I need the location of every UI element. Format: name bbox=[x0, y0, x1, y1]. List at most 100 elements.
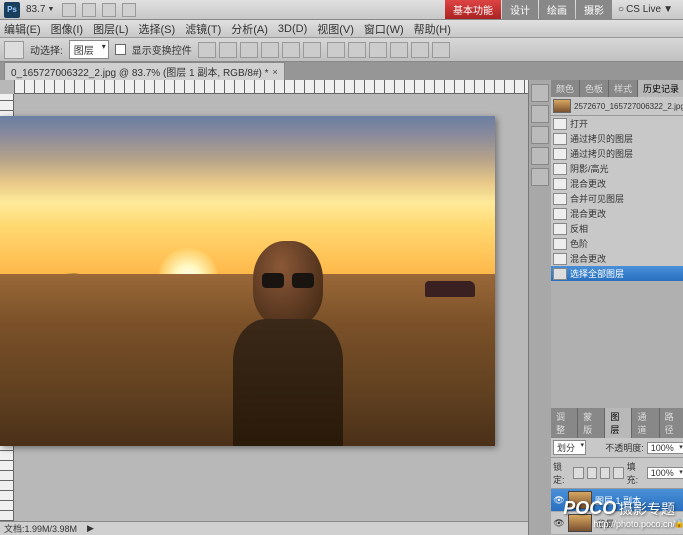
step-icon bbox=[553, 238, 567, 250]
panel-icon[interactable] bbox=[531, 126, 549, 144]
transform-checkbox[interactable] bbox=[115, 44, 126, 55]
lock-all-icon[interactable] bbox=[613, 467, 623, 479]
dist-btn[interactable] bbox=[348, 42, 366, 58]
panel-icon[interactable] bbox=[531, 84, 549, 102]
auto-select-target[interactable]: 图层 bbox=[69, 40, 109, 59]
history-panel: 2572670_165727006322_2.jpg 打开 通过拷贝的图层 通过… bbox=[551, 97, 683, 281]
zoom-control[interactable]: 83.7 ▼ bbox=[26, 4, 54, 15]
cslive-button[interactable]: ○ CS Live ▼ bbox=[612, 2, 679, 17]
opacity-label: 不透明度: bbox=[605, 441, 644, 454]
canvas-area: 文档:1.99M/3.98M ▶ bbox=[0, 80, 528, 535]
step-icon bbox=[553, 118, 567, 130]
step-icon bbox=[553, 193, 567, 205]
history-step[interactable]: 混合更改 bbox=[551, 176, 683, 191]
tab-channels[interactable]: 通道 bbox=[632, 408, 659, 438]
tab-color[interactable]: 颜色 bbox=[551, 80, 580, 97]
history-step-current[interactable]: 选择全部图层 bbox=[551, 266, 683, 281]
history-step[interactable]: 通过拷贝的图层 bbox=[551, 131, 683, 146]
icon-btn[interactable] bbox=[122, 3, 136, 17]
tool-icon[interactable] bbox=[4, 41, 24, 59]
menu-help[interactable]: 帮助(H) bbox=[414, 21, 451, 37]
ruler-horizontal[interactable] bbox=[14, 80, 528, 94]
tab-paths[interactable]: 路径 bbox=[660, 408, 683, 438]
zoom-value[interactable]: 83.7 bbox=[26, 4, 45, 15]
history-step[interactable]: 阴影/高光 bbox=[551, 161, 683, 176]
menu-layer[interactable]: 图层(L) bbox=[93, 21, 128, 37]
distribute-icons bbox=[327, 42, 450, 58]
menu-select[interactable]: 选择(S) bbox=[139, 21, 176, 37]
panel-icon[interactable] bbox=[531, 168, 549, 186]
dist-btn[interactable] bbox=[432, 42, 450, 58]
menu-3d[interactable]: 3D(D) bbox=[278, 23, 307, 35]
dist-btn[interactable] bbox=[411, 42, 429, 58]
blend-mode-select[interactable]: 划分 bbox=[553, 440, 586, 455]
auto-select-label: 动选择: bbox=[30, 42, 63, 57]
lock-pixels-icon[interactable] bbox=[587, 467, 597, 479]
ws-design[interactable]: 设计 bbox=[502, 0, 538, 19]
close-icon[interactable]: × bbox=[273, 67, 278, 77]
icon-btn[interactable] bbox=[62, 3, 76, 17]
tab-history[interactable]: 历史记录 bbox=[638, 80, 683, 97]
panel-icon[interactable] bbox=[531, 105, 549, 123]
doc-size[interactable]: 文档:1.99M/3.98M bbox=[4, 522, 77, 535]
align-btn[interactable] bbox=[219, 42, 237, 58]
history-step[interactable]: 通过拷贝的图层 bbox=[551, 146, 683, 161]
panel-icon[interactable] bbox=[531, 147, 549, 165]
align-btn[interactable] bbox=[303, 42, 321, 58]
tab-adjustments[interactable]: 调整 bbox=[551, 408, 578, 438]
dist-btn[interactable] bbox=[390, 42, 408, 58]
menu-filter[interactable]: 滤镜(T) bbox=[185, 21, 221, 37]
step-icon bbox=[553, 208, 567, 220]
align-btn[interactable] bbox=[240, 42, 258, 58]
icon-btn[interactable] bbox=[82, 3, 96, 17]
fill-value[interactable]: 100% bbox=[647, 467, 683, 479]
tab-styles[interactable]: 样式 bbox=[609, 80, 638, 97]
snapshot-name: 2572670_165727006322_2.jpg bbox=[574, 102, 683, 111]
step-icon bbox=[553, 268, 567, 280]
icon-btn[interactable] bbox=[102, 3, 116, 17]
lock-label: 锁定: bbox=[553, 460, 570, 486]
align-btn[interactable] bbox=[261, 42, 279, 58]
status-bar: 文档:1.99M/3.98M ▶ bbox=[0, 521, 528, 535]
chevron-down-icon[interactable]: ▼ bbox=[47, 6, 54, 13]
menu-view[interactable]: 视图(V) bbox=[317, 21, 354, 37]
ws-photography[interactable]: 摄影 bbox=[576, 0, 612, 19]
menu-bar: 编辑(E) 图像(I) 图层(L) 选择(S) 滤镜(T) 分析(A) 3D(D… bbox=[0, 20, 683, 38]
options-bar: 动选择: 图层 显示变换控件 bbox=[0, 38, 683, 62]
dist-btn[interactable] bbox=[369, 42, 387, 58]
history-panel-tabs: 颜色 色板 样式 历史记录 bbox=[551, 80, 683, 97]
menu-window[interactable]: 窗口(W) bbox=[364, 21, 404, 37]
canvas[interactable] bbox=[0, 116, 495, 446]
history-step[interactable]: 打开 bbox=[551, 116, 683, 131]
chevron-down-icon: ▼ bbox=[663, 4, 673, 15]
ws-painting[interactable]: 绘画 bbox=[539, 0, 575, 19]
dist-btn[interactable] bbox=[327, 42, 345, 58]
align-btn[interactable] bbox=[198, 42, 216, 58]
history-step[interactable]: 合并可见图层 bbox=[551, 191, 683, 206]
menu-analysis[interactable]: 分析(A) bbox=[231, 21, 268, 37]
ws-essentials[interactable]: 基本功能 bbox=[445, 0, 501, 19]
lock-transparent-icon[interactable] bbox=[573, 467, 583, 479]
step-icon bbox=[553, 163, 567, 175]
image-content bbox=[0, 116, 495, 446]
history-step[interactable]: 反相 bbox=[551, 221, 683, 236]
document-tabs: 0_165727006322_2.jpg @ 83.7% (图层 1 副本, R… bbox=[0, 62, 683, 80]
workspace-switcher: 基本功能 设计 绘画 摄影 bbox=[445, 0, 612, 19]
lock-position-icon[interactable] bbox=[600, 467, 610, 479]
history-step[interactable]: 混合更改 bbox=[551, 206, 683, 221]
document-tab[interactable]: 0_165727006322_2.jpg @ 83.7% (图层 1 副本, R… bbox=[4, 62, 285, 80]
align-btn[interactable] bbox=[282, 42, 300, 58]
history-snapshot[interactable]: 2572670_165727006322_2.jpg bbox=[551, 97, 683, 116]
collapsed-panels bbox=[529, 80, 551, 535]
opacity-value[interactable]: 100% bbox=[647, 442, 683, 454]
menu-image[interactable]: 图像(I) bbox=[51, 21, 83, 37]
app-icon: Ps bbox=[4, 2, 20, 18]
tab-masks[interactable]: 蒙版 bbox=[578, 408, 605, 438]
tab-swatches[interactable]: 色板 bbox=[580, 80, 609, 97]
history-step[interactable]: 混合更改 bbox=[551, 251, 683, 266]
menu-edit[interactable]: 编辑(E) bbox=[4, 21, 41, 37]
step-icon bbox=[553, 133, 567, 145]
tab-layers[interactable]: 图层 bbox=[605, 408, 632, 438]
history-step[interactable]: 色阶 bbox=[551, 236, 683, 251]
panels-dock: 颜色 色板 样式 历史记录 2572670_165727006322_2.jpg… bbox=[528, 80, 683, 535]
